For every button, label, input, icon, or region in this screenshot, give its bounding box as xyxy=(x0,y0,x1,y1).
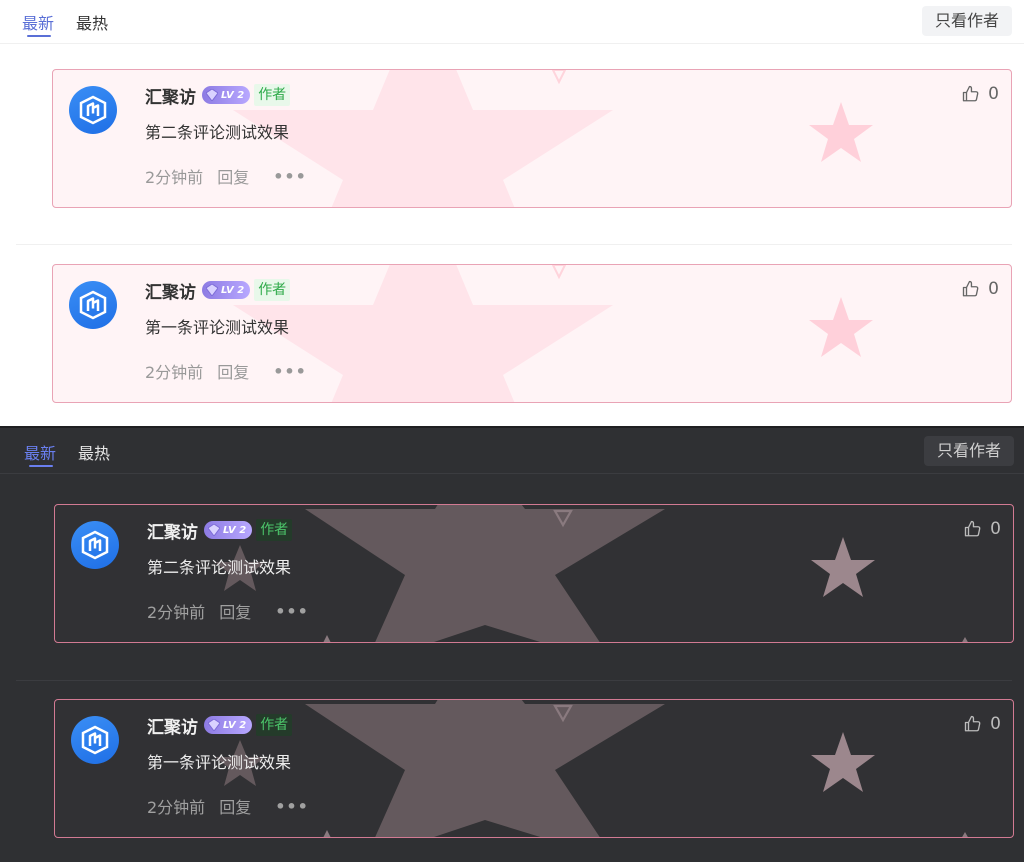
comment-text: 第二条评论测试效果 xyxy=(145,123,290,142)
reply-button[interactable]: 回复 xyxy=(217,164,249,188)
thumbs-up-icon xyxy=(964,715,981,732)
more-dots-icon[interactable]: ••• xyxy=(273,362,307,381)
author-tag: 作者 xyxy=(256,519,293,541)
avatar[interactable] xyxy=(69,281,117,329)
author-tag: 作者 xyxy=(254,84,291,106)
avatar[interactable] xyxy=(71,521,119,569)
comment-text: 第一条评论测试效果 xyxy=(147,753,292,772)
like-count: 0 xyxy=(990,519,1001,539)
comment-text: 第二条评论测试效果 xyxy=(147,558,292,577)
comment-time: 2分钟前 xyxy=(145,168,204,187)
username[interactable]: 汇聚访 xyxy=(147,713,198,738)
divider xyxy=(16,244,1012,245)
cube-logo-icon xyxy=(81,530,109,560)
gem-icon xyxy=(206,89,218,101)
user-line: 汇聚访 LV 2 作者 xyxy=(145,82,291,108)
like-count: 0 xyxy=(988,84,999,104)
cube-logo-icon xyxy=(79,290,107,320)
author-only-button[interactable]: 只看作者 xyxy=(921,6,1012,36)
comment-meta: 2分钟前 回复 ••• xyxy=(145,164,307,188)
divider xyxy=(16,680,1012,681)
level-badge: LV 2 xyxy=(202,86,251,104)
reply-button[interactable]: 回复 xyxy=(217,359,249,383)
cube-logo-icon xyxy=(81,725,109,755)
comment-card: 汇聚访 LV 2 作者 0 第二条评论测试效果 2分钟前 回复 ••• xyxy=(52,69,1012,208)
user-line: 汇聚访 LV 2 作者 xyxy=(145,277,291,303)
comment-card: 汇聚访 LV 2 作者 0 第二条评论测试效果 2分钟前 回复 ••• xyxy=(54,504,1014,643)
comment-meta: 2分钟前 回复 ••• xyxy=(147,794,309,818)
like-button[interactable]: 0 xyxy=(964,519,1001,539)
user-line: 汇聚访 LV 2 作者 xyxy=(147,712,293,738)
level-text: LV 2 xyxy=(223,719,247,731)
level-badge: LV 2 xyxy=(204,716,253,734)
gem-icon xyxy=(208,524,220,536)
author-tag: 作者 xyxy=(256,714,293,736)
author-tag: 作者 xyxy=(254,279,291,301)
avatar[interactable] xyxy=(69,86,117,134)
sort-tabs: 最新 最热 只看作者 xyxy=(0,430,1024,474)
comment-time: 2分钟前 xyxy=(147,603,206,622)
comment-card: 汇聚访 LV 2 作者 0 第一条评论测试效果 2分钟前 回复 ••• xyxy=(54,699,1014,838)
reply-button[interactable]: 回复 xyxy=(219,794,251,818)
comment-text: 第一条评论测试效果 xyxy=(145,318,290,337)
comment-time: 2分钟前 xyxy=(145,363,204,382)
comment-meta: 2分钟前 回复 ••• xyxy=(147,599,309,623)
level-badge: LV 2 xyxy=(202,281,251,299)
level-text: LV 2 xyxy=(221,284,245,296)
level-text: LV 2 xyxy=(221,89,245,101)
cube-logo-icon xyxy=(79,95,107,125)
thumbs-up-icon xyxy=(962,280,979,297)
username[interactable]: 汇聚访 xyxy=(145,83,196,108)
tab-active-indicator xyxy=(29,465,53,467)
thumbs-up-icon xyxy=(962,85,979,102)
level-badge: LV 2 xyxy=(204,521,253,539)
reply-button[interactable]: 回复 xyxy=(219,599,251,623)
sort-tabs: 最新 最热 只看作者 xyxy=(0,0,1024,44)
like-button[interactable]: 0 xyxy=(962,279,999,299)
avatar[interactable] xyxy=(71,716,119,764)
gem-icon xyxy=(206,284,218,296)
like-count: 0 xyxy=(988,279,999,299)
like-button[interactable]: 0 xyxy=(964,714,1001,734)
comment-panel-dark: 最新 最热 只看作者 汇聚访 LV 2 作者 0 第二条评论测试效果 2分钟前 … xyxy=(0,426,1024,862)
comment-card: 汇聚访 LV 2 作者 0 第一条评论测试效果 2分钟前 回复 ••• xyxy=(52,264,1012,403)
tab-active-indicator xyxy=(27,35,51,37)
like-button[interactable]: 0 xyxy=(962,84,999,104)
comment-meta: 2分钟前 回复 ••• xyxy=(145,359,307,383)
comment-panel-light: 最新 最热 只看作者 汇聚访 LV 2 作者 0 第二条评论测试效果 2分钟前 … xyxy=(0,0,1024,426)
user-line: 汇聚访 LV 2 作者 xyxy=(147,517,293,543)
username[interactable]: 汇聚访 xyxy=(145,278,196,303)
more-dots-icon[interactable]: ••• xyxy=(275,797,309,816)
comment-time: 2分钟前 xyxy=(147,798,206,817)
tab-hottest[interactable]: 最热 xyxy=(76,10,108,34)
tab-latest[interactable]: 最新 xyxy=(22,10,54,34)
like-count: 0 xyxy=(990,714,1001,734)
username[interactable]: 汇聚访 xyxy=(147,518,198,543)
author-only-button[interactable]: 只看作者 xyxy=(923,436,1014,466)
thumbs-up-icon xyxy=(964,520,981,537)
tab-hottest[interactable]: 最热 xyxy=(78,440,110,464)
level-text: LV 2 xyxy=(223,524,247,536)
tab-latest[interactable]: 最新 xyxy=(24,440,56,464)
gem-icon xyxy=(208,719,220,731)
more-dots-icon[interactable]: ••• xyxy=(273,167,307,186)
more-dots-icon[interactable]: ••• xyxy=(275,602,309,621)
